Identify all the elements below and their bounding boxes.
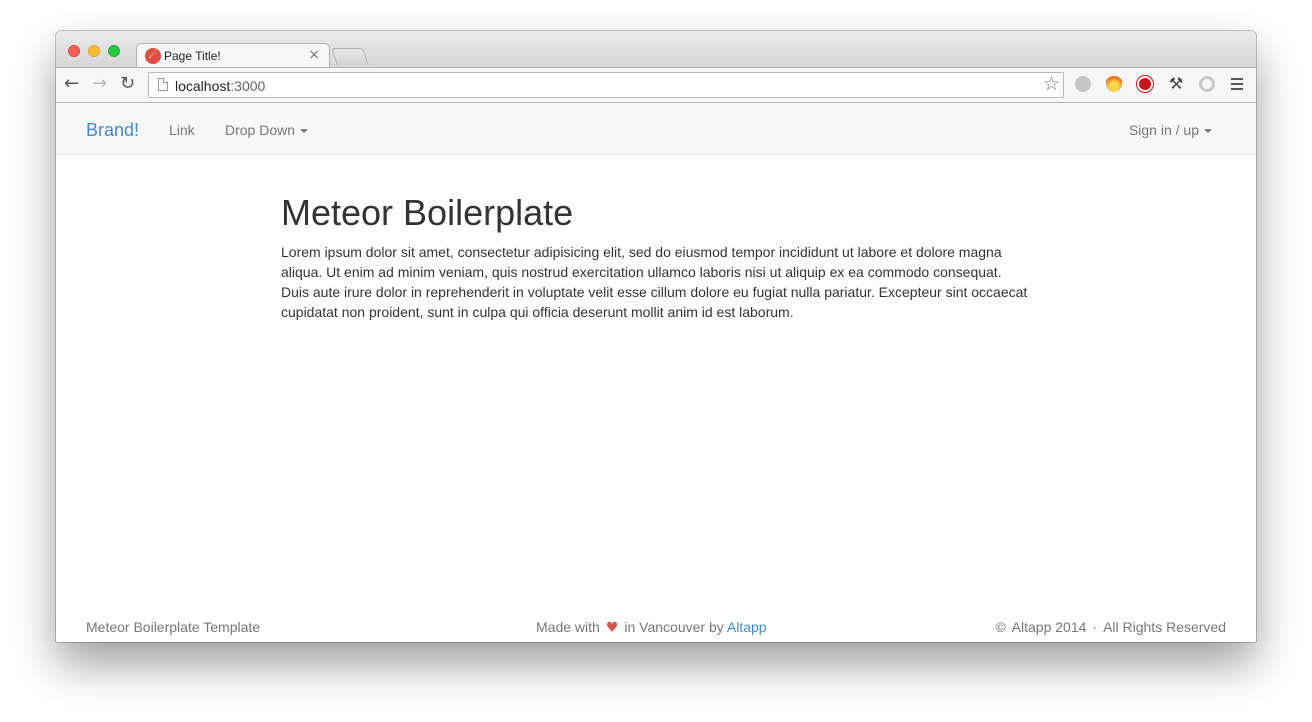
copyright-symbol: © [995, 619, 1006, 635]
address-bar[interactable]: localhost:3000 ☆ [148, 72, 1064, 98]
close-window-button[interactable] [68, 45, 80, 57]
forward-arrow-icon[interactable]: → [92, 74, 107, 94]
url-host: localhost [175, 78, 231, 94]
signin-dropdown[interactable]: Sign in / up [1129, 122, 1212, 138]
tab-strip: ☄ Page Title! × [56, 31, 1256, 69]
nav-dropdown[interactable]: Drop Down [225, 122, 309, 138]
circle-extension-icon[interactable] [1199, 76, 1215, 92]
author-link[interactable]: Altapp [727, 619, 767, 635]
new-tab-button[interactable] [331, 48, 369, 65]
meteor-icon: ☄ [145, 48, 161, 64]
menu-icon[interactable] [1231, 78, 1243, 93]
footer-template-name: Meteor Boilerplate Template [86, 619, 261, 635]
footer-copyright: © Altapp 2014 · All Rights Reserved [995, 619, 1226, 635]
rights-text: All Rights Reserved [1103, 619, 1226, 635]
main-content: Meteor Boilerplate Lorem ipsum dolor sit… [281, 193, 1031, 322]
footer-credit: Made with ♥ in Vancouver by Altapp [536, 619, 767, 636]
made-with-text: Made with [536, 619, 600, 635]
url-text[interactable]: localhost:3000 [175, 78, 265, 94]
adblock-extension-icon[interactable] [1137, 76, 1153, 92]
caret-down-icon [300, 129, 309, 134]
tab-title: Page Title! [164, 49, 221, 63]
back-arrow-icon[interactable]: ← [64, 74, 79, 94]
maximize-window-button[interactable] [108, 45, 120, 57]
browser-tab[interactable]: ☄ Page Title! × [136, 43, 330, 69]
heart-icon: ♥ [605, 620, 619, 636]
nav-link[interactable]: Link [169, 122, 195, 138]
signin-label: Sign in / up [1128, 122, 1199, 138]
location-text: in Vancouver by [624, 619, 724, 635]
site-navbar: Brand! Link Drop Down Sign in / up [56, 103, 1256, 155]
brand-link[interactable]: Brand! [86, 120, 139, 141]
tab-close-icon[interactable]: × [308, 47, 320, 63]
copyright-holder: Altapp 2014 [1011, 619, 1087, 635]
reload-icon[interactable]: ↻ [120, 74, 135, 94]
caret-down-icon [1204, 129, 1212, 134]
site-footer: Meteor Boilerplate Template Made with ♥ in… [56, 617, 1256, 639]
wrench-extension-icon[interactable]: ⚒ [1168, 76, 1184, 92]
separator-dot: · [1092, 619, 1098, 635]
nav-dropdown-label: Drop Down [225, 122, 296, 138]
ghost-extension-icon[interactable] [1075, 76, 1091, 92]
url-port: :3000 [230, 78, 266, 94]
fire-extension-icon[interactable] [1106, 76, 1122, 92]
minimize-window-button[interactable] [88, 45, 100, 57]
body-paragraph: Lorem ipsum dolor sit amet, consectetur … [281, 244, 1028, 320]
browser-toolbar: ← → ↻ localhost:3000 ☆ ⚒ [56, 67, 1256, 103]
page-icon [158, 78, 168, 91]
bookmark-star-icon[interactable]: ☆ [1043, 73, 1060, 95]
page-title: Meteor Boilerplate [281, 192, 574, 233]
browser-window: ☄ Page Title! × ← → ↻ localhost:3000 ☆ ⚒… [56, 31, 1256, 642]
web-page: Brand! Link Drop Down Sign in / up Meteo… [56, 103, 1256, 642]
